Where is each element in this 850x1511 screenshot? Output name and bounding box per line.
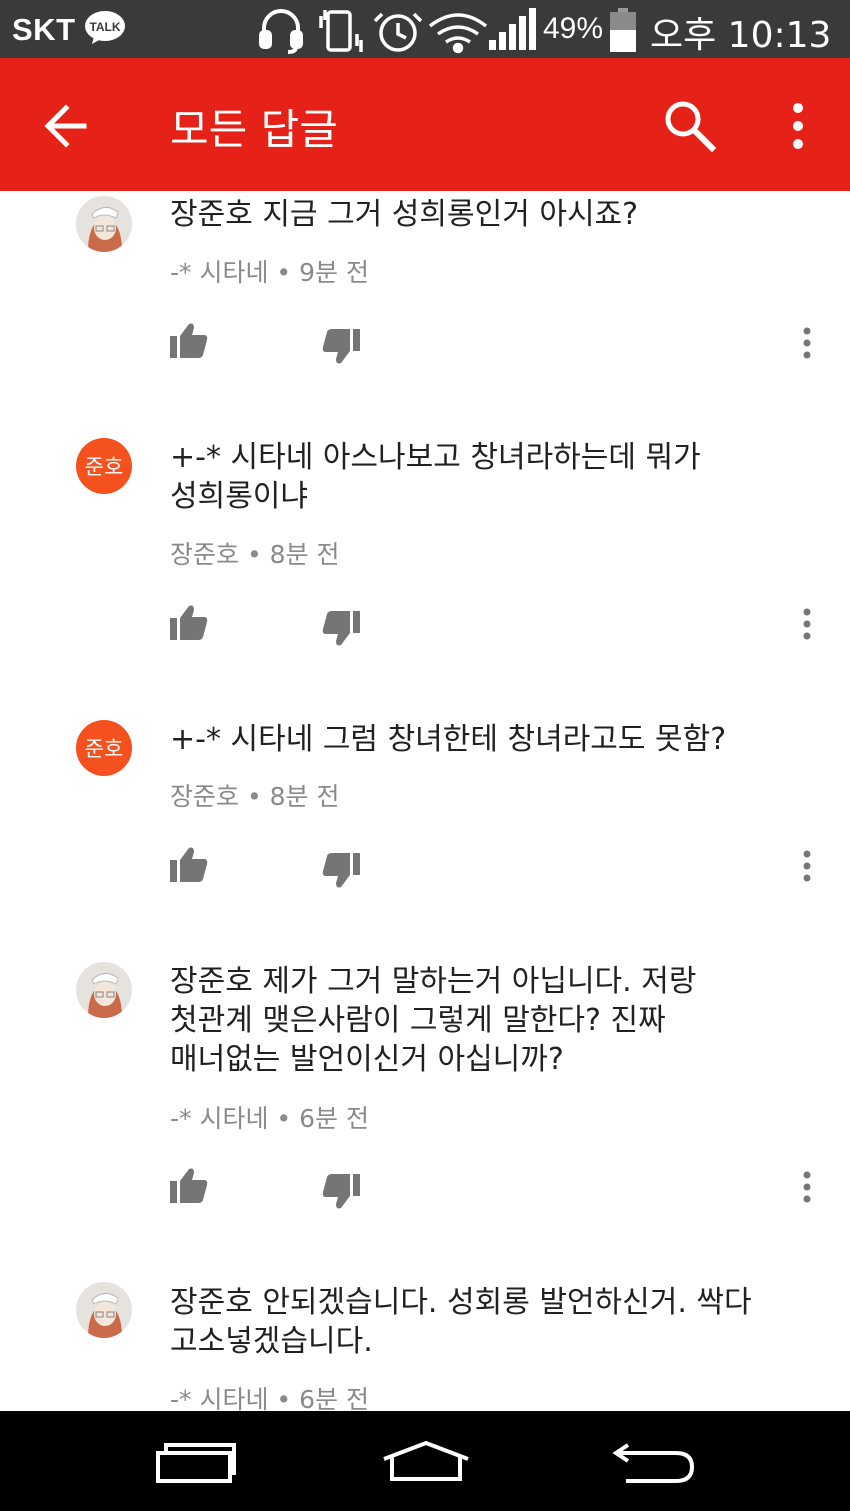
avatar[interactable]: 준호 xyxy=(76,720,132,776)
comment-meta: -* 시타네 • 9분 전 xyxy=(170,258,369,287)
comment-text-line: 장준호 지금 그거 성희롱인거 아시죠? xyxy=(170,197,639,232)
comment-text: 장준호 안되겠습니다. 성회롱 발언하신거. 싹다 고소넣겠습니다. xyxy=(170,1283,820,1361)
kakaotalk-icon: TALK xyxy=(85,11,125,44)
thumb-up-icon[interactable] xyxy=(170,322,208,358)
search-icon[interactable] xyxy=(660,96,718,154)
wifi-icon xyxy=(428,13,488,54)
comment-text-line: 장준호 안되겠습니다. 성회롱 발언하신거. 싹다 xyxy=(170,1285,752,1320)
comment-more-icon[interactable] xyxy=(798,327,816,359)
thumb-down-icon[interactable] xyxy=(322,1174,360,1210)
more-vert-icon[interactable] xyxy=(780,98,816,154)
thumb-down-icon[interactable] xyxy=(322,329,360,365)
carrier-label: SKT xyxy=(12,12,76,47)
comment-text-line: +-* 시타네 그럼 창녀한테 창녀라고도 못함? xyxy=(170,722,727,757)
avatar-initials: 준호 xyxy=(84,455,124,479)
kakaotalk-badge-text: TALK xyxy=(89,20,120,34)
status-bar: SKT TALK 49% 오후 10:13 xyxy=(0,0,850,58)
alarm-icon xyxy=(373,12,423,52)
comment-text: +-* 시타네 그럼 창녀한테 창녀라고도 못함? xyxy=(170,720,820,759)
comment-meta: 장준호 • 8분 전 xyxy=(170,540,340,569)
comment-text-line: 첫관계 맺은사람이 그렇게 말한다? 진짜 xyxy=(170,1003,666,1038)
comment-more-icon[interactable] xyxy=(798,850,816,882)
comment-meta: -* 시타네 • 6분 전 xyxy=(170,1104,369,1133)
recent-apps-icon[interactable] xyxy=(154,1441,238,1485)
comment-more-icon[interactable] xyxy=(798,608,816,640)
thumb-down-icon[interactable] xyxy=(322,853,360,889)
comment-more-icon[interactable] xyxy=(798,1171,816,1203)
clock: 오후 10:13 xyxy=(650,15,832,56)
back-arrow-icon[interactable] xyxy=(36,98,96,154)
home-icon[interactable] xyxy=(380,1439,472,1483)
comment-meta: -* 시타네 • 6분 전 xyxy=(170,1385,369,1411)
page-title: 모든 답글 xyxy=(170,105,338,154)
comment-text-line: 고소넣겠습니다. xyxy=(170,1324,373,1359)
comment-text-line: 성희롱이냐 xyxy=(170,479,308,514)
status-icons xyxy=(259,8,536,54)
navigation-bar xyxy=(0,1411,850,1511)
comment-text: 장준호 제가 그거 말하는거 아닙니다. 저랑 첫관계 맺은사람이 그렇게 말한… xyxy=(170,962,820,1079)
avatar-image xyxy=(76,962,132,1018)
app-bar: 모든 답글 xyxy=(0,58,850,191)
thumb-up-icon[interactable] xyxy=(170,1167,208,1203)
thumb-up-icon[interactable] xyxy=(170,604,208,640)
thumb-up-icon[interactable] xyxy=(170,846,208,882)
comment-meta: 장준호 • 8분 전 xyxy=(170,782,340,811)
comment-text: +-* 시타네 아스나보고 창녀라하는데 뭐가 성희롱이냐 xyxy=(170,438,820,516)
comment-text-line: 매너없는 발언이신거 아십니까? xyxy=(170,1042,564,1077)
avatar-image xyxy=(76,196,132,252)
battery-icon xyxy=(610,8,636,52)
comment-text-line: 장준호 제가 그거 말하는거 아닙니다. 저랑 xyxy=(170,964,697,999)
headset-icon xyxy=(259,9,303,54)
thumb-down-icon[interactable] xyxy=(322,611,360,647)
avatar-initials: 준호 xyxy=(84,737,124,761)
avatar[interactable] xyxy=(76,962,132,1018)
comment-text-line: +-* 시타네 아스나보고 창녀라하는데 뭐가 xyxy=(170,440,701,475)
avatar[interactable] xyxy=(76,196,132,252)
avatar[interactable]: 준호 xyxy=(76,438,132,494)
avatar-image xyxy=(76,1282,132,1338)
vibrate-icon xyxy=(319,10,363,52)
avatar[interactable] xyxy=(76,1282,132,1338)
signal-icon xyxy=(489,8,536,50)
comment-text: 장준호 지금 그거 성희롱인거 아시죠? xyxy=(170,195,820,234)
back-icon[interactable] xyxy=(612,1437,698,1485)
comment-list[interactable]: 장준호 지금 그거 성희롱인거 아시죠? -* 시타네 • 9분 전 준호 +-… xyxy=(0,191,850,1411)
battery-percent: 49% xyxy=(543,12,604,45)
